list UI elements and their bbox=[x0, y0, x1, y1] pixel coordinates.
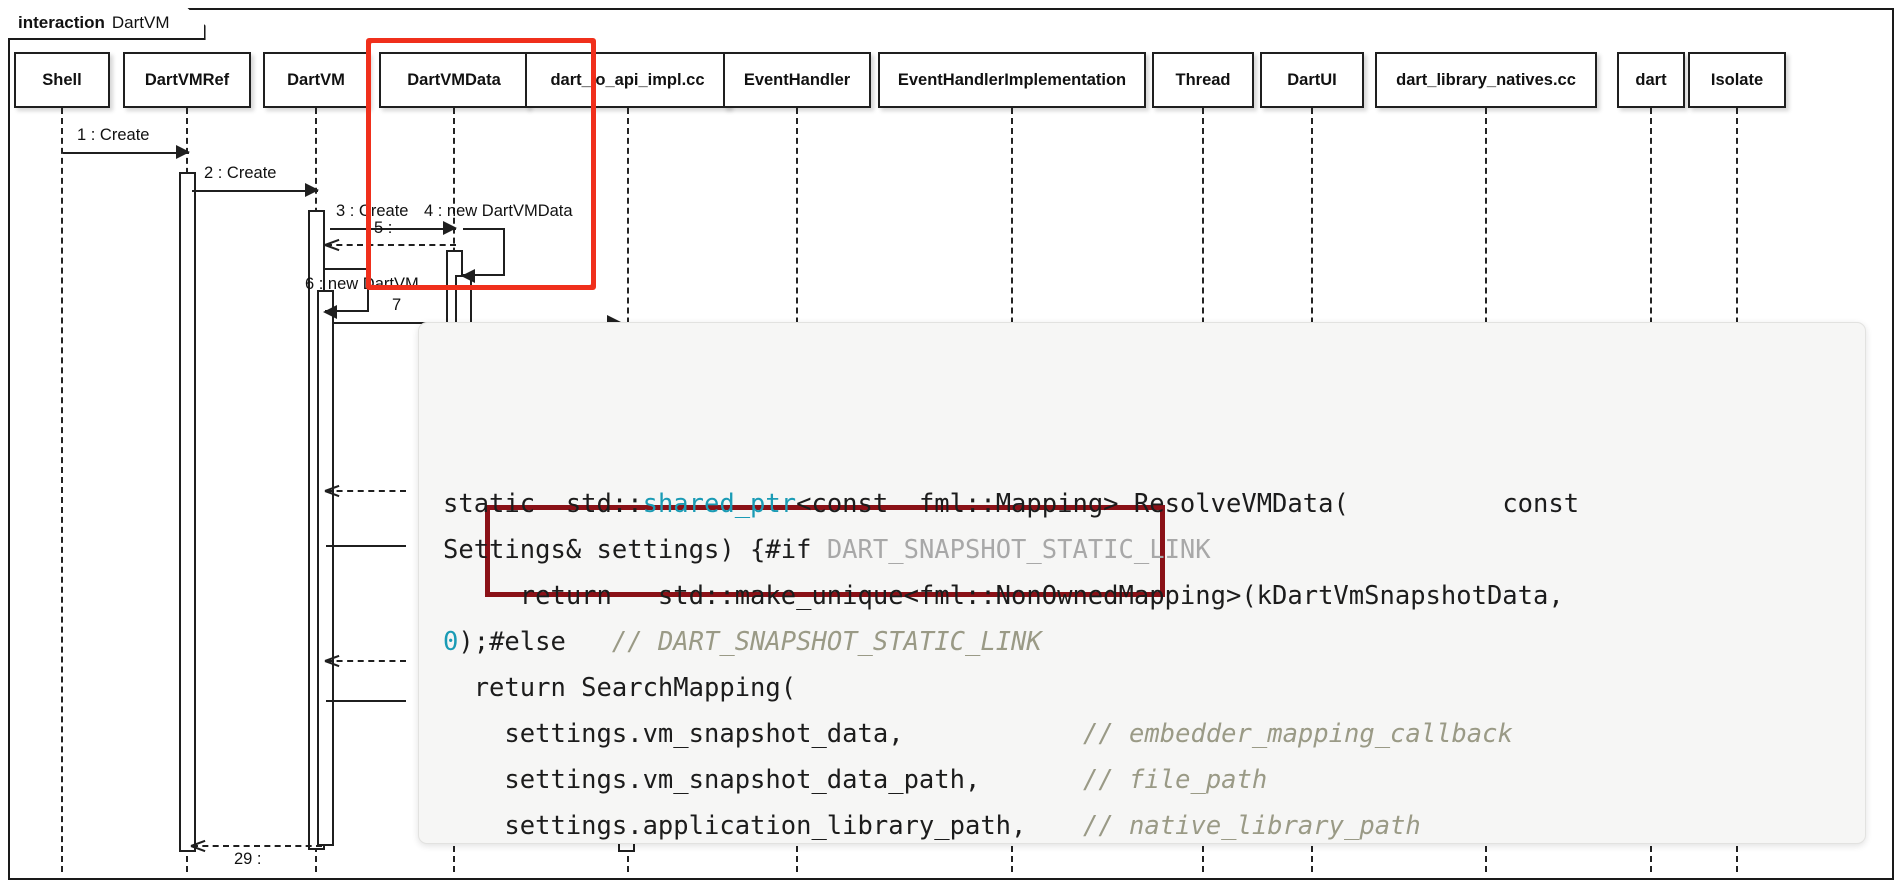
code-token: return SearchMapping( bbox=[443, 673, 797, 703]
code-token: return std::make_unique<fml::NonOwnedMap… bbox=[443, 581, 1564, 611]
code-token: #if bbox=[765, 535, 827, 565]
arrowhead-open-icon bbox=[325, 653, 339, 667]
lifeline-head[interactable]: Thread bbox=[1152, 52, 1254, 108]
arrowhead-icon bbox=[323, 305, 337, 319]
arrowhead-icon bbox=[305, 183, 319, 197]
activation-bar-dartvmref bbox=[179, 172, 196, 852]
code-line: Settings& settings) {#if DART_SNAPSHOT_S… bbox=[443, 527, 1841, 573]
lifeline-head[interactable]: DartVM bbox=[263, 52, 369, 108]
code-token: static std:: bbox=[443, 489, 643, 519]
lifeline-head[interactable]: Isolate bbox=[1688, 52, 1786, 108]
code-token: settings.vm_snapshot_data, bbox=[443, 719, 904, 749]
code-token: // embedder_mapping_callback bbox=[1083, 719, 1513, 749]
frame-keyword: interaction bbox=[18, 13, 105, 32]
code-line: settings.vm_snapshot_data_path, // file_p… bbox=[443, 757, 1841, 803]
lifeline-head[interactable]: dart_library_natives.cc bbox=[1375, 52, 1597, 108]
lifeline-head[interactable]: DartVMRef bbox=[123, 52, 251, 108]
code-token: settings.application_library_path, bbox=[443, 811, 1027, 841]
code-line: 0);#else // DART_SNAPSHOT_STATIC_LINK bbox=[443, 619, 1841, 665]
code-token: settings.vm_snapshot_data_path, bbox=[443, 765, 981, 795]
code-overlay-panel: static std::shared_ptr<const fml::Mappin… bbox=[418, 322, 1866, 844]
code-token: shared_ptr bbox=[642, 489, 797, 519]
code-line: settings.vm_snapshot_data, // embedder_ma… bbox=[443, 711, 1841, 757]
lifeline-head[interactable]: Shell bbox=[14, 52, 110, 108]
code-line: static std::shared_ptr<const fml::Mappin… bbox=[443, 481, 1841, 527]
code-token: DART_SNAPSHOT_STATIC_LINK bbox=[826, 535, 1211, 565]
code-line: return SearchMapping( bbox=[443, 665, 1841, 711]
lifeline-head[interactable]: EventHandler bbox=[723, 52, 871, 108]
lifeline-head[interactable]: EventHandlerImplementation bbox=[878, 52, 1146, 108]
code-token: // DART_SNAPSHOT_STATIC_LINK bbox=[611, 627, 1042, 657]
arrowhead-icon bbox=[176, 145, 190, 159]
arrowhead-open-icon bbox=[325, 483, 339, 497]
code-token: Settings& settings) { bbox=[443, 535, 766, 565]
code-token: );#else bbox=[458, 627, 612, 657]
diagram-canvas: interaction DartVM Shell DartVMRef DartVM D… bbox=[0, 0, 1902, 888]
arrowhead-open-icon bbox=[191, 838, 205, 852]
frame-label: interaction DartVM bbox=[8, 8, 206, 40]
code-token: // native_library_path bbox=[1083, 811, 1421, 841]
frame-name: DartVM bbox=[111, 13, 170, 32]
lifeline-head[interactable]: DartUI bbox=[1260, 52, 1364, 108]
lifeline-dashed-line bbox=[61, 108, 63, 872]
lifeline-head[interactable]: dart bbox=[1617, 52, 1685, 108]
message-7-label: 7 bbox=[392, 296, 402, 314]
code-line: settings.application_library_path, // nat… bbox=[443, 803, 1841, 843]
message-2-label: 2 : Create bbox=[204, 164, 277, 182]
activation-bar-dartvm-nested bbox=[317, 290, 334, 846]
code-token: <const fml::Mapping> ResolveVMData( cons… bbox=[796, 489, 1580, 519]
highlight-box-lifelines bbox=[366, 38, 596, 290]
code-token: 0 bbox=[443, 627, 459, 657]
code-token: // file_path bbox=[1083, 765, 1268, 795]
arrowhead-open-icon bbox=[325, 237, 339, 251]
code-line: return std::make_unique<fml::NonOwnedMap… bbox=[443, 573, 1841, 619]
message-1-label: 1 : Create bbox=[77, 126, 150, 144]
message-29-label: 29 : bbox=[234, 850, 262, 868]
